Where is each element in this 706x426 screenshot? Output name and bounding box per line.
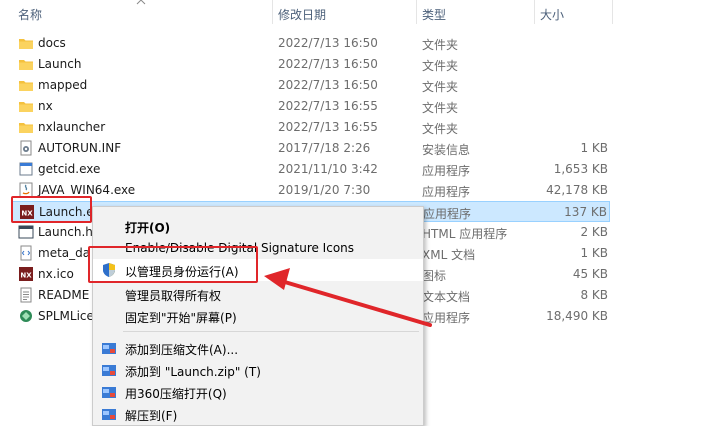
- file-name: getcid.exe: [38, 162, 101, 176]
- file-name: nx.ico: [38, 267, 74, 281]
- file-type: 应用程序: [422, 311, 471, 325]
- file-name: AUTORUN.INF: [38, 141, 122, 155]
- column-divider[interactable]: [272, 0, 273, 24]
- splm-icon: [20, 310, 32, 322]
- file-type: 文本文档: [422, 290, 471, 304]
- html-file-icon: [18, 225, 34, 239]
- file-name: JAVA_WIN64.exe: [38, 183, 136, 197]
- file-type: 文件夹: [422, 59, 459, 73]
- text-file-icon: [20, 287, 32, 303]
- file-row[interactable]: nx 2022/7/13 16:55 文件夹: [0, 96, 706, 117]
- archive-icon: [102, 409, 116, 420]
- menu-label: 打开(O): [125, 221, 171, 235]
- file-name: nxlauncher: [38, 120, 106, 134]
- file-date: 2022/7/13 16:50: [278, 36, 378, 50]
- file-name: mapped: [38, 78, 88, 92]
- file-size: 45 KB: [572, 267, 608, 281]
- file-row[interactable]: mapped 2022/7/13 16:50 文件夹: [0, 75, 706, 96]
- file-name: Launch: [38, 57, 82, 71]
- file-name: SPLMLice: [38, 309, 94, 323]
- menu-item-pin-start[interactable]: 固定到"开始"屏幕(P): [93, 305, 423, 327]
- file-row[interactable]: AUTORUN.INF 2017/7/18 2:26 安装信息 1 KB: [0, 138, 706, 159]
- file-date: 2022/7/13 16:55: [278, 120, 378, 134]
- folder-icon: [19, 81, 33, 91]
- archive-icon: [102, 343, 116, 354]
- highlight-box-run-as-admin: [88, 246, 258, 283]
- highlight-box-launch: [11, 196, 92, 223]
- menu-item-take-ownership[interactable]: 管理员取得所有权: [93, 283, 423, 305]
- file-date: 2021/11/10 3:42: [278, 162, 378, 176]
- file-size: 8 KB: [580, 288, 608, 302]
- file-name: Launch.ht: [38, 225, 98, 239]
- menu-item-add-zip[interactable]: 添加到 "Launch.zip" (T): [93, 359, 423, 381]
- menu-label: 添加到 "Launch.zip" (T): [125, 365, 261, 379]
- file-size: 1 KB: [580, 246, 608, 260]
- file-type: 文件夹: [422, 80, 459, 94]
- menu-label: 固定到"开始"屏幕(P): [125, 311, 237, 325]
- column-type[interactable]: 类型: [422, 6, 446, 23]
- xml-file-icon: [20, 245, 32, 261]
- svg-text:NX: NX: [20, 272, 32, 280]
- menu-separator: [123, 331, 419, 332]
- file-row[interactable]: docs 2022/7/13 16:50 文件夹: [0, 33, 706, 54]
- menu-item-add-archive[interactable]: 添加到压缩文件(A)...: [93, 337, 423, 359]
- folder-icon: [19, 102, 33, 112]
- folder-icon: [19, 39, 33, 49]
- file-type: 文件夹: [422, 101, 459, 115]
- column-header: 名称 修改日期 类型 大小: [0, 0, 706, 24]
- menu-item-open-360[interactable]: 用360压缩打开(Q): [93, 381, 423, 403]
- file-date: 2022/7/13 16:55: [278, 99, 378, 113]
- file-row[interactable]: nxlauncher 2022/7/13 16:55 文件夹: [0, 117, 706, 138]
- file-size: 42,178 KB: [546, 183, 608, 197]
- file-date: 2022/7/13 16:50: [278, 57, 378, 71]
- exe-icon: [19, 162, 33, 176]
- file-name: meta_da: [38, 246, 91, 260]
- file-type: 安装信息: [422, 143, 471, 157]
- file-date: 2019/1/20 7:30: [278, 183, 371, 197]
- menu-label: 管理员取得所有权: [125, 289, 222, 303]
- file-type: 应用程序: [422, 185, 471, 199]
- context-menu: 打开(O) Enable/Disable Digital Signature I…: [92, 206, 424, 426]
- column-date[interactable]: 修改日期: [278, 6, 326, 23]
- file-type: 图标: [422, 269, 447, 283]
- menu-label: 添加到压缩文件(A)...: [125, 343, 239, 357]
- file-type: HTML 应用程序: [422, 227, 508, 241]
- menu-label: 解压到(F): [125, 409, 178, 423]
- file-type: 文件夹: [422, 122, 459, 136]
- menu-label: 用360压缩打开(Q): [125, 387, 227, 401]
- file-row[interactable]: getcid.exe 2021/11/10 3:42 应用程序 1,653 KB: [0, 159, 706, 180]
- menu-item-open[interactable]: 打开(O): [93, 215, 423, 237]
- file-type: 应用程序: [423, 207, 472, 221]
- file-size: 1 KB: [580, 141, 608, 155]
- nx-app-icon: NX: [19, 267, 33, 281]
- archive-icon: [102, 387, 116, 398]
- folder-icon: [19, 60, 33, 70]
- file-type: 应用程序: [422, 164, 471, 178]
- column-name[interactable]: 名称: [18, 6, 42, 23]
- file-date: 2022/7/13 16:50: [278, 78, 378, 92]
- column-divider[interactable]: [612, 0, 613, 24]
- file-size: 2 KB: [580, 225, 608, 239]
- file-size: 18,490 KB: [546, 309, 608, 323]
- menu-item-extract[interactable]: 解压到(F): [93, 403, 423, 425]
- column-size[interactable]: 大小: [540, 6, 564, 23]
- file-type: XML 文档: [422, 248, 476, 262]
- archive-icon: [102, 365, 116, 376]
- folder-icon: [19, 123, 33, 133]
- column-divider[interactable]: [534, 0, 535, 24]
- sort-up-icon: [136, 0, 146, 5]
- settings-file-icon: [20, 140, 32, 156]
- file-date: 2017/7/18 2:26: [278, 141, 371, 155]
- file-name: docs: [38, 36, 66, 50]
- file-row[interactable]: Launch 2022/7/13 16:50 文件夹: [0, 54, 706, 75]
- file-row[interactable]: JAVA_WIN64.exe 2019/1/20 7:30 应用程序 42,178 K…: [0, 180, 706, 201]
- column-divider[interactable]: [416, 0, 417, 24]
- file-name: nx: [38, 99, 53, 113]
- file-size: 137 KB: [564, 205, 607, 219]
- file-size: 1,653 KB: [553, 162, 608, 176]
- file-type: 文件夹: [422, 38, 459, 52]
- file-name: README: [38, 288, 90, 302]
